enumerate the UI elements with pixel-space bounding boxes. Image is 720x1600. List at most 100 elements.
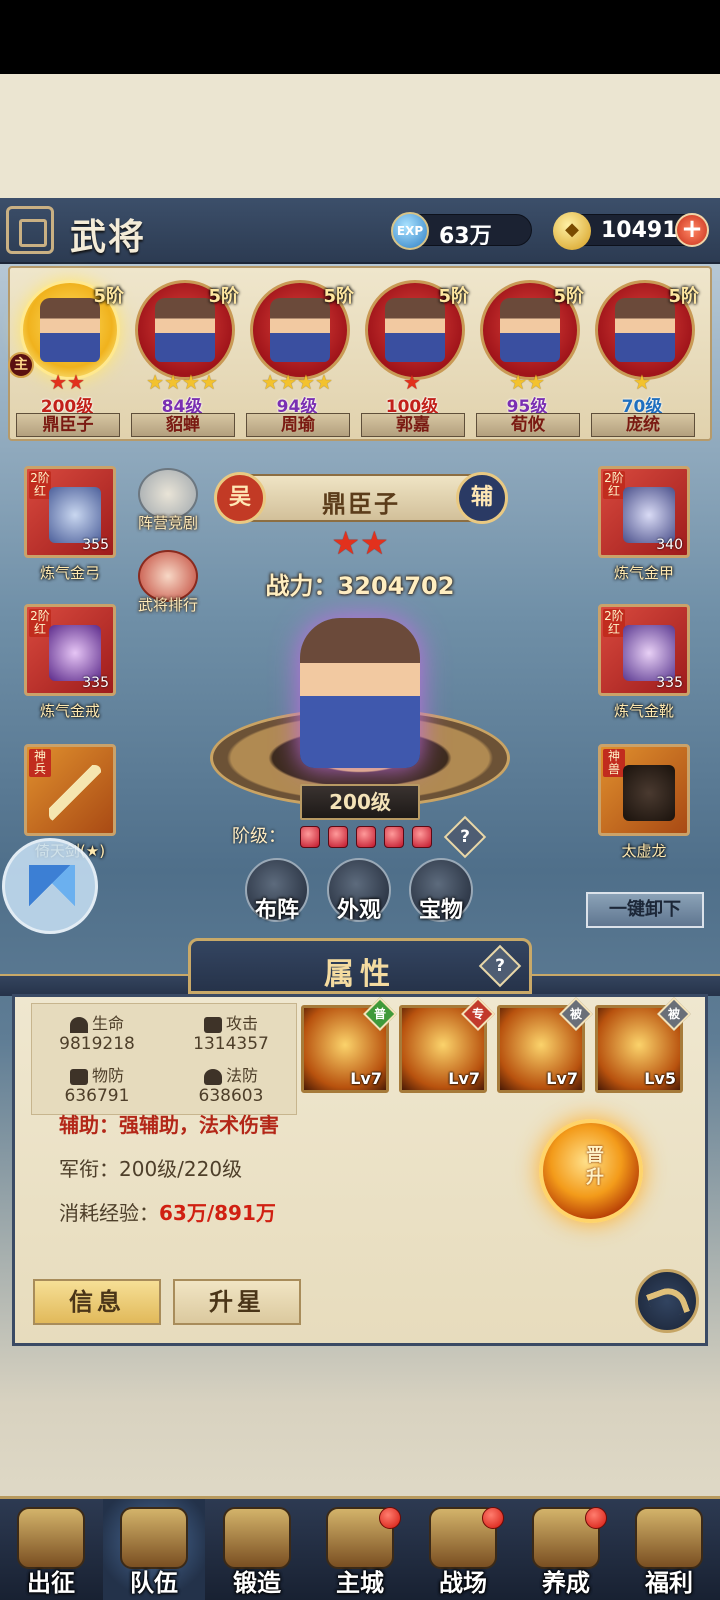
star-icon: ★ xyxy=(314,370,333,394)
nav-item[interactable]: 队伍 xyxy=(103,1499,205,1600)
equip-label-armor: 炼气金甲 xyxy=(613,564,674,582)
star-icon: ★ xyxy=(164,370,182,394)
main-hero-badge: 主 xyxy=(8,352,34,378)
star-icon: ★ xyxy=(331,524,360,562)
star-icon: ★ xyxy=(297,370,315,394)
nav-item[interactable]: 出征 xyxy=(0,1499,102,1600)
exp-value: 63万 xyxy=(439,224,492,249)
stat-attack: 攻击 1314357 xyxy=(166,1010,296,1054)
stat-key: 物防 xyxy=(91,1066,124,1085)
promote-button[interactable]: 晋升 xyxy=(539,1119,643,1223)
hero-card[interactable]: 5阶 ★★ 200级 鼎臣子主 xyxy=(8,272,124,440)
exp-icon: EXP xyxy=(391,212,429,250)
stat-hp: 生命 9819218 xyxy=(32,1010,162,1054)
tab-info[interactable]: 信息 xyxy=(33,1279,161,1325)
star-icon: ★ xyxy=(182,370,200,394)
formation-button[interactable]: 布阵 xyxy=(232,858,322,928)
nav-item[interactable]: 战场 xyxy=(412,1499,514,1600)
stat-value: 636791 xyxy=(64,1086,130,1106)
skill-level: Lv7 xyxy=(546,1069,578,1088)
hero-card[interactable]: 5阶 ★★★★ 84级 貂蝉 xyxy=(125,272,239,440)
skill-slot[interactable]: 被 Lv5 xyxy=(595,997,691,1093)
hero-name: 周瑜 xyxy=(246,413,350,437)
hero-card[interactable]: 5阶 ★★ 95级 荀攸 xyxy=(470,272,584,440)
equip-tag: 2阶红 xyxy=(29,609,51,637)
equip-slot-ring[interactable]: 2阶红 335 xyxy=(24,604,116,696)
hero-name-bar: 吴 鼎臣子 辅 xyxy=(214,472,508,524)
game-screen: 武将 EXP 63万 ◆ 10491 + 5阶 ★★ 200级 鼎臣子主 5阶 ★★★★ 8… xyxy=(0,198,720,1600)
header-ornament-icon xyxy=(6,206,54,254)
nav-icon xyxy=(17,1507,85,1569)
back-button[interactable] xyxy=(635,1269,699,1333)
nav-item[interactable]: 主城 xyxy=(309,1499,411,1600)
star-icon: ★ xyxy=(279,370,297,394)
equip-tag: 神兵 xyxy=(29,749,51,777)
hero-stars: ★ xyxy=(585,372,699,392)
hero-stars: ★★★★ xyxy=(125,372,239,392)
hero-portrait[interactable] xyxy=(300,618,420,768)
stage-gem-icon xyxy=(356,826,376,848)
skill-slot[interactable]: 普 Lv7 xyxy=(301,997,397,1093)
equip-slot-armor[interactable]: 2阶红 340 xyxy=(598,466,690,558)
unequip-all-button[interactable]: 一键卸下 xyxy=(586,892,704,928)
boots-icon xyxy=(623,625,675,681)
hero-stars: ★★ xyxy=(470,372,584,392)
power-label: 战力： xyxy=(265,572,338,600)
header-bar: 武将 EXP 63万 ◆ 10491 + xyxy=(0,198,720,264)
top-blank-band xyxy=(0,74,720,198)
hero-stars: ★ xyxy=(355,372,469,392)
hero-rank: 5阶 xyxy=(553,286,584,307)
skill-slot[interactable]: 专 Lv7 xyxy=(399,997,495,1093)
treasure-button[interactable]: 宝物 xyxy=(396,858,486,928)
hero-rank: 5阶 xyxy=(208,286,239,307)
equip-tag: 神兽 xyxy=(603,749,625,777)
hero-card[interactable]: 5阶 ★ 70级 庞统 xyxy=(585,272,699,440)
equip-tag: 2阶红 xyxy=(29,471,51,499)
bow-icon xyxy=(49,487,101,543)
equip-count: 340 xyxy=(656,537,683,553)
camp-compete-button[interactable]: 阵营竞剧 xyxy=(122,468,214,533)
appearance-button[interactable]: 外观 xyxy=(314,858,404,928)
selected-hero-stars: ★★ xyxy=(300,524,420,562)
role-description: 辅助：强辅助，法术伤害 xyxy=(59,1113,279,1137)
hero-avatar xyxy=(385,298,445,362)
nav-item[interactable]: 福利 xyxy=(618,1499,720,1600)
nav-icon xyxy=(635,1507,703,1569)
equip-slot-divine-beast[interactable]: 神兽 xyxy=(598,744,690,836)
stats-box: 生命 9819218 攻击 1314357 物防 636791 法防 63860… xyxy=(31,1003,297,1115)
skill-type: 普 xyxy=(373,1007,386,1021)
equip-slot-boots[interactable]: 2阶红 335 xyxy=(598,604,690,696)
hero-ranking-label: 武将排行 xyxy=(137,596,198,614)
nav-item[interactable]: 锻造 xyxy=(206,1499,308,1600)
add-gold-button[interactable]: + xyxy=(675,213,709,247)
ring-icon xyxy=(49,625,101,681)
stage-help-button[interactable]: ? xyxy=(443,815,487,859)
equip-count: 355 xyxy=(82,537,109,553)
camp-compete-label: 阵营竞剧 xyxy=(137,514,198,532)
skill-type: 被 xyxy=(569,1007,582,1021)
hero-avatar xyxy=(615,298,675,362)
notification-dot-icon xyxy=(482,1507,504,1529)
exp-cost-value: 63万/891万 xyxy=(159,1201,276,1225)
tab-star-up[interactable]: 升星 xyxy=(173,1279,301,1325)
stat-key: 法防 xyxy=(225,1066,258,1085)
hero-card[interactable]: 5阶 ★★★★ 94级 周瑜 xyxy=(240,272,354,440)
hero-card[interactable]: 5阶 ★ 100级 郭嘉 xyxy=(355,272,469,440)
nav-label: 战场 xyxy=(439,1569,487,1597)
skill-slot[interactable]: 被 Lv7 xyxy=(497,997,593,1093)
stat-key: 生命 xyxy=(91,1014,124,1033)
nav-icon xyxy=(120,1507,188,1569)
heart-icon xyxy=(69,1016,88,1033)
floating-assistant-icon[interactable] xyxy=(2,838,98,934)
equip-slot-bow[interactable]: 2阶红 355 xyxy=(24,466,116,558)
nav-label: 锻造 xyxy=(233,1569,281,1597)
nav-item[interactable]: 养成 xyxy=(515,1499,617,1600)
hero-ranking-button[interactable]: 武将排行 xyxy=(122,550,214,615)
nav-icon xyxy=(223,1507,291,1569)
helmet-icon xyxy=(203,1068,222,1085)
equip-slot-divine-weapon[interactable]: 神兵 xyxy=(24,744,116,836)
star-icon: ★ xyxy=(633,370,651,394)
hero-name: 郭嘉 xyxy=(361,413,465,437)
hero-avatar xyxy=(500,298,560,362)
crossed-swords-icon xyxy=(203,1016,222,1033)
